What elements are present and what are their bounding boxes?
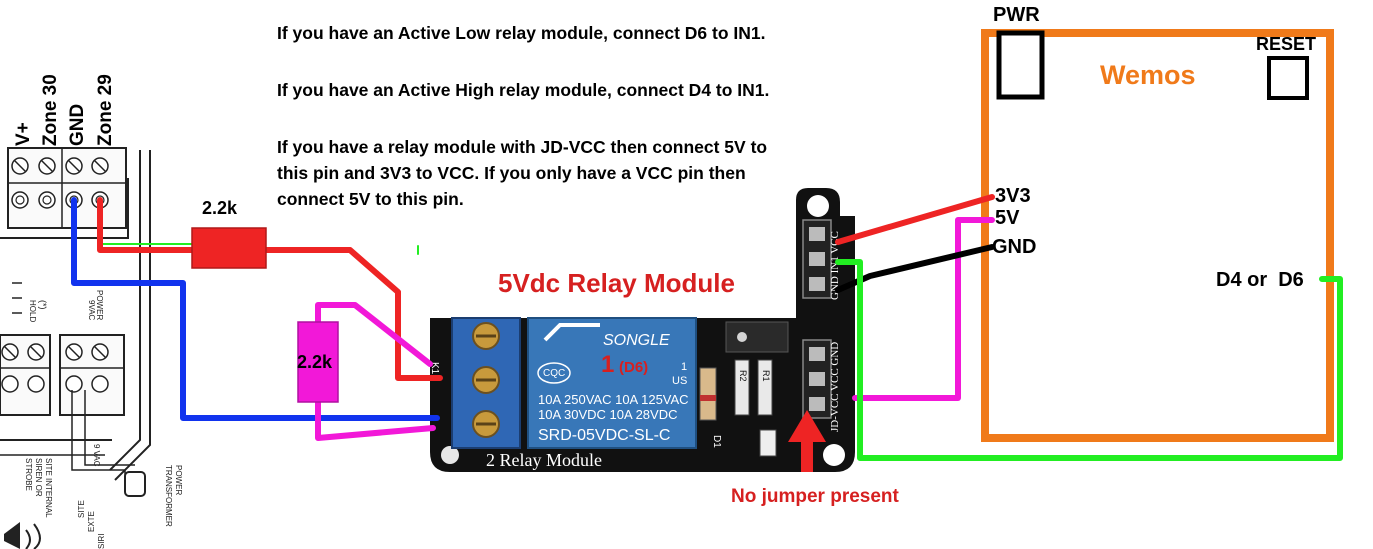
panel-text-hold: HOLD bbox=[28, 300, 37, 322]
relay-us: US bbox=[672, 375, 687, 387]
instruction-jdvcc-2: this pin and 3V3 to VCC. If you only hav… bbox=[277, 163, 746, 183]
resistor-top-label: 2.2k bbox=[202, 198, 238, 218]
relay-channel-number: 1 bbox=[601, 351, 614, 378]
panel-text-hold-mark: (*) bbox=[38, 300, 48, 310]
instruction-active-low: If you have an Active Low relay module, … bbox=[277, 23, 766, 43]
terminal-label-zone30: Zone 30 bbox=[40, 74, 61, 146]
terminal-label-gnd: GND bbox=[67, 104, 88, 146]
panel-text-9vac: 9VAC bbox=[87, 300, 96, 321]
panel-text-site: SITE bbox=[77, 500, 86, 518]
terminal-label-zone29: Zone 29 bbox=[95, 74, 116, 146]
relay-cqc: CQC bbox=[543, 368, 565, 379]
no-jumper-note: No jumper present bbox=[731, 486, 899, 507]
transformer-icon bbox=[124, 471, 146, 497]
pwr-button[interactable] bbox=[996, 30, 1045, 100]
r1-label: R1 bbox=[761, 370, 771, 382]
terminal-label-vplus: V+ bbox=[13, 122, 34, 146]
siren-speaker-icon bbox=[4, 522, 20, 549]
relay-model: SRD-05VDC-SL-C bbox=[538, 427, 670, 444]
relay-module: SONGLE CQC US 1 10A 250VAC 10A 125VAC 10… bbox=[429, 188, 855, 472]
relay-spec-2: 10A 30VDC 10A 28VDC bbox=[538, 407, 677, 422]
pin-gnd-label: GND bbox=[992, 236, 1037, 258]
relay-spec-1: 10A 250VAC 10A 125VAC bbox=[538, 392, 689, 407]
instruction-jdvcc-3: connect 5V to this pin. bbox=[277, 189, 464, 209]
wemos-board bbox=[981, 29, 1334, 442]
alarm-panel: V+ Zone 30 GND Zone 29 POWER 9VAC (*) HO… bbox=[0, 74, 183, 549]
resistor-side-label: 2.2k bbox=[297, 352, 333, 372]
r2-label: R2 bbox=[738, 370, 748, 382]
header-bottom-label: JD-VCC VCC GND bbox=[829, 342, 841, 432]
wemos-title: Wemos bbox=[1100, 60, 1196, 90]
instruction-jdvcc-1: If you have a relay module with JD-VCC t… bbox=[277, 137, 768, 157]
optocoupler bbox=[725, 321, 789, 353]
pwr-label: PWR bbox=[993, 4, 1040, 26]
wire-magenta-5v bbox=[852, 217, 995, 401]
reset-button[interactable] bbox=[1267, 56, 1309, 100]
panel-text-site-internal: SITE INTERNAL bbox=[44, 458, 53, 518]
pin-5v-label: 5V bbox=[995, 207, 1020, 229]
pin-data-label: D4 or D6 bbox=[1216, 269, 1304, 291]
relay-small-1: 1 bbox=[681, 361, 687, 373]
instruction-active-high: If you have an Active High relay module,… bbox=[277, 80, 770, 100]
resistor-r2 bbox=[734, 359, 750, 416]
pin-3v3-label: 3V3 bbox=[995, 185, 1031, 207]
panel-text-power-2: POWER bbox=[174, 465, 183, 495]
resistor-top bbox=[191, 227, 267, 269]
wire-red-to-relay bbox=[263, 247, 443, 381]
relay-title: 5Vdc Relay Module bbox=[498, 268, 735, 298]
panel-text-exte: EXTE bbox=[87, 511, 96, 532]
led bbox=[759, 429, 777, 457]
diode-d1 bbox=[699, 367, 717, 421]
reset-label: RESET bbox=[1256, 34, 1317, 54]
panel-text-siren-or: SIREN OR bbox=[34, 458, 43, 497]
panel-text-transformer: TRANSFORMER bbox=[164, 465, 173, 527]
resistor-r1 bbox=[757, 359, 773, 416]
diode-label: D1 bbox=[711, 435, 722, 448]
panel-text-siri: SIRI bbox=[97, 533, 106, 549]
relay-brand: SONGLE bbox=[603, 332, 670, 349]
panel-text-strobe: STROBE bbox=[24, 458, 33, 491]
relay-channel-pin: (D6) bbox=[619, 359, 648, 376]
relay-bottom-text: 2 Relay Module bbox=[486, 450, 602, 470]
panel-text-9vac-lead: 9 VAC bbox=[92, 444, 101, 467]
